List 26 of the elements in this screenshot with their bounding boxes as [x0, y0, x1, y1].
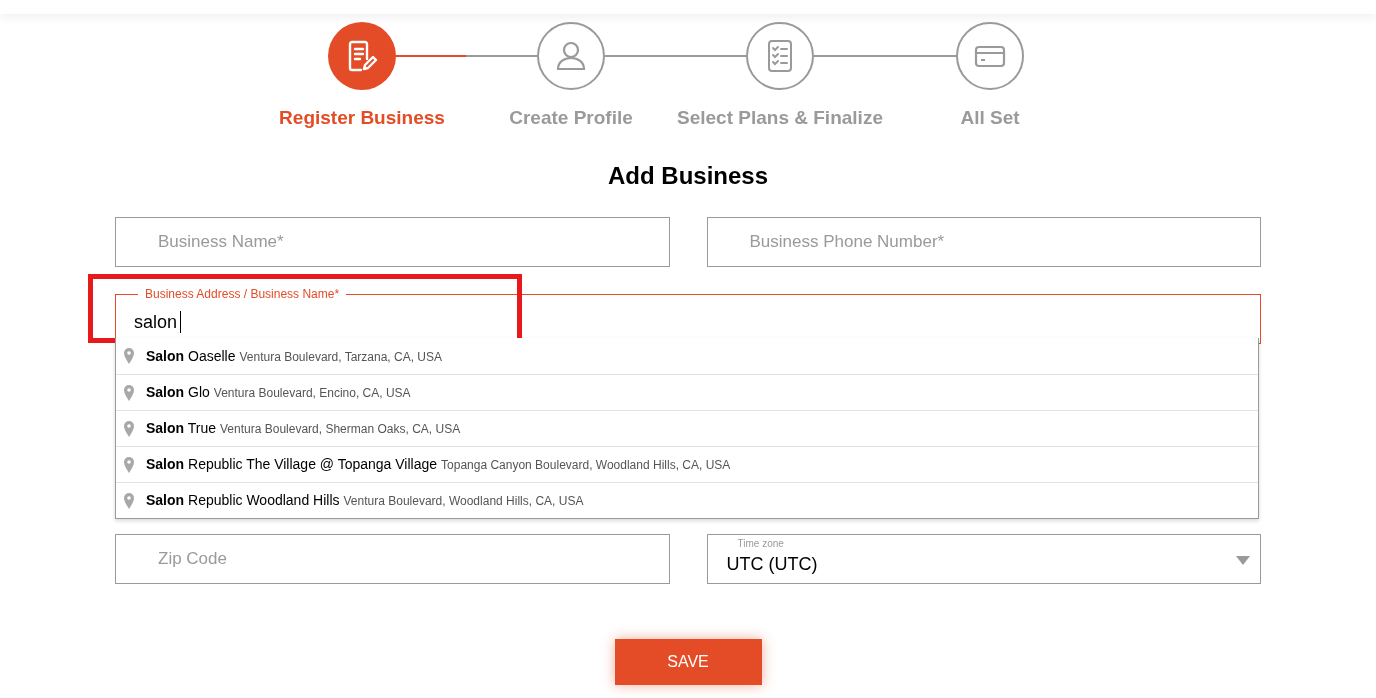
- location-pin-icon: [124, 384, 134, 401]
- suggestion-text: Salon True Ventura Boulevard, Sherman Oaks, CA, USA: [146, 419, 461, 438]
- save-button[interactable]: SAVE: [614, 639, 762, 685]
- suggestion-item[interactable]: Salon Republic Woodland Hills Ventura Boulevard, Woodland Hills, CA, USA: [116, 482, 1258, 518]
- suggestion-item[interactable]: Salon True Ventura Boulevard, Sherman Oaks, CA, USA: [116, 410, 1258, 446]
- time-zone-select[interactable]: Time zone UTC (UTC): [706, 534, 1261, 584]
- dropdown-arrow-icon: [1236, 556, 1250, 566]
- suggestion-text: Salon Glo Ventura Boulevard, Encino, CA, USA: [146, 383, 411, 402]
- suggestion-text: Salon Oaselle Ventura Boulevard, Tarzana, CA, USA: [146, 346, 443, 366]
- suggestion-item[interactable]: Salon Glo Ventura Boulevard, Encino, CA, USA: [116, 374, 1258, 410]
- step-label: Select Plans & Finalize: [676, 106, 884, 130]
- field-label: Time zone: [737, 538, 784, 549]
- suggestion-text: Salon Republic The Village @ Topanga Village Topanga Canyon Boulevard, Woodland Hills, CA, USA: [146, 455, 731, 474]
- location-pin-icon: [124, 420, 134, 437]
- field-label: Business Address / Business Name*: [144, 287, 341, 301]
- suggestion-text: Salon Republic Woodland Hills Ventura Boulevard, Woodland Hills, CA, USA: [146, 491, 584, 510]
- location-pin-icon: [124, 456, 134, 473]
- location-pin-icon: [124, 492, 134, 509]
- step-label: Register Business: [278, 106, 446, 130]
- person-icon: [554, 39, 588, 73]
- page-title: Add Business: [607, 161, 769, 190]
- input-field[interactable]: Business Name*: [115, 217, 670, 267]
- location-pin-icon: [124, 348, 134, 364]
- input-field[interactable]: Business Phone Number*: [706, 217, 1261, 267]
- input-field[interactable]: Zip Code: [115, 534, 670, 584]
- suggestion-item[interactable]: Salon Republic The Village @ Topanga Village Topanga Canyon Boulevard, Woodland Hills, CA, USA: [116, 446, 1258, 482]
